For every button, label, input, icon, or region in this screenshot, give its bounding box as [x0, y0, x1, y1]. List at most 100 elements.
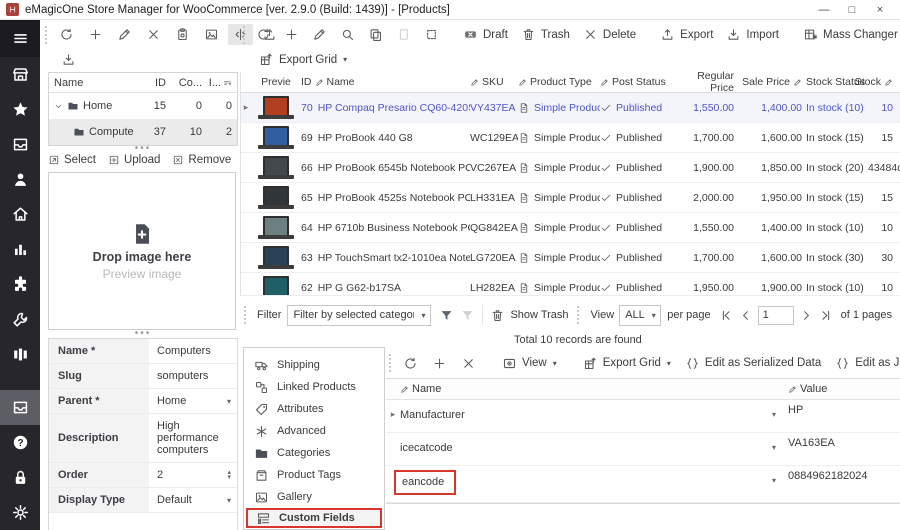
wrench-icon[interactable] [0, 302, 40, 337]
delete-field-button[interactable] [456, 353, 481, 374]
product-row[interactable]: ▸ 70HP Compaq Presario CQ60-420SA Notebo… [241, 93, 900, 123]
tab-categories[interactable]: Categories [244, 442, 384, 464]
chevron-down-icon[interactable]: ▾ [772, 433, 788, 452]
delete-category-button[interactable] [141, 24, 166, 45]
product-row[interactable]: 66HP ProBook 6545b Notebook PC VC267EA S… [241, 153, 900, 183]
per-page-select[interactable]: ALL ▾ [619, 305, 661, 326]
inbox-icon[interactable] [0, 127, 40, 162]
tab-linked-products[interactable]: Linked Products [244, 376, 384, 398]
puzzle-icon[interactable] [0, 267, 40, 302]
category-row-home[interactable]: Home 15 0 0 [49, 93, 237, 119]
column-product-type[interactable]: Product Type [518, 76, 600, 88]
display-type-select[interactable]: Default▾ [149, 488, 237, 512]
next-page-icon[interactable] [799, 308, 814, 323]
product-row[interactable]: 65HP ProBook 4525s Notebook PC LH331EA L… [241, 183, 900, 213]
category-row-computers[interactable]: Computers 37 10 2 [49, 119, 237, 145]
export-button[interactable]: Export [655, 24, 718, 45]
delete-button[interactable]: Delete [578, 24, 641, 45]
star-icon[interactable] [0, 92, 40, 127]
order-stepper[interactable]: 2▴▾ [149, 463, 237, 487]
clear-filter-icon[interactable] [460, 308, 475, 323]
import-button[interactable]: Import [721, 24, 784, 45]
edit-category-button[interactable] [112, 24, 137, 45]
add-category-button[interactable] [83, 24, 108, 45]
refresh-products-button[interactable] [251, 24, 276, 45]
menu-icon[interactable] [0, 20, 40, 57]
remove-image-button[interactable]: Remove [172, 154, 231, 166]
chevron-down-icon[interactable]: ▾ [772, 466, 788, 485]
export-grid-button[interactable]: Export Grid▾ [578, 353, 676, 374]
add-product-button[interactable] [279, 24, 304, 45]
slug-field[interactable]: somputers [149, 364, 237, 388]
tab-custom-fields[interactable]: Custom Fields [246, 508, 382, 528]
customers-icon[interactable] [0, 162, 40, 197]
tab-attributes[interactable]: Attributes [244, 398, 384, 420]
toolbar-handle[interactable] [45, 26, 47, 44]
upload-image-button[interactable]: Upload [108, 154, 160, 166]
search-button[interactable] [335, 24, 360, 45]
column-name[interactable]: Name [49, 77, 134, 89]
column-field-name[interactable]: Name [400, 383, 788, 395]
column-sale-price[interactable]: Sale Price [740, 76, 802, 88]
mass-changer-button[interactable]: Mass Changer [798, 24, 900, 45]
tab-gallery[interactable]: Gallery [244, 486, 384, 508]
custom-field-row[interactable]: ▸ Manufacturer ▾ HP [386, 400, 900, 433]
edit-json-button[interactable]: Edit as JSON Data [830, 353, 900, 374]
edit-product-button[interactable] [307, 24, 332, 45]
prev-page-icon[interactable] [738, 308, 753, 323]
column-images[interactable]: I... [206, 77, 237, 89]
tab-product-tags[interactable]: Product Tags [244, 464, 384, 486]
toolbar-handle[interactable] [577, 306, 583, 324]
product-row[interactable]: 63HP TouchSmart tx2-1010ea Notebook PC L… [241, 243, 900, 273]
close-button[interactable]: × [866, 1, 894, 19]
expander-icon[interactable] [54, 102, 63, 111]
toolbar-handle[interactable] [389, 354, 391, 372]
filter-category-select[interactable]: Filter by selected category(ies) ▾ [287, 305, 431, 326]
product-row[interactable]: 69HP ProBook 440 G8 WC129EA Simple Produ… [241, 123, 900, 153]
edit-serialized-button[interactable]: Edit as Serialized Data [680, 353, 826, 374]
gear-icon[interactable] [0, 495, 40, 530]
refresh-button[interactable] [54, 24, 79, 45]
store-icon[interactable] [0, 57, 40, 92]
image-drop-zone[interactable]: Drop image here Preview image [48, 172, 236, 330]
trash-icon[interactable] [490, 308, 505, 323]
export-grid-button[interactable]: Export Grid▾ [254, 49, 352, 70]
help-icon[interactable] [0, 425, 40, 460]
tab-shipping[interactable]: Shipping [244, 354, 384, 376]
column-sku[interactable]: SKU [470, 76, 518, 88]
column-regular-price[interactable]: Regular Price [676, 70, 740, 94]
last-page-icon[interactable] [818, 308, 833, 323]
spinner-icons[interactable]: ▴▾ [227, 470, 231, 480]
inbox-active-icon[interactable] [0, 390, 40, 425]
description-field[interactable]: High performance computers [149, 414, 237, 462]
toolbar-handle[interactable] [244, 306, 250, 324]
product-row[interactable]: 64HP 6710b Business Notebook PC & T-Mobi… [241, 213, 900, 243]
download-button[interactable] [56, 49, 81, 70]
maximize-button[interactable]: □ [838, 1, 866, 19]
add-field-button[interactable] [427, 353, 452, 374]
column-post-status[interactable]: Post Status [600, 76, 676, 88]
chevron-down-icon[interactable]: ▾ [772, 400, 788, 419]
first-page-icon[interactable] [719, 308, 734, 323]
column-preview[interactable]: Previe [251, 76, 301, 88]
name-field[interactable]: Computers [149, 339, 237, 363]
apply-filter-icon[interactable] [439, 308, 454, 323]
draft-button[interactable]: Draft [458, 24, 513, 45]
toolbar-handle[interactable] [243, 26, 245, 44]
clipboard-button[interactable] [170, 24, 195, 45]
lock-icon[interactable] [0, 460, 40, 495]
home-icon[interactable] [0, 197, 40, 232]
image-button[interactable] [199, 24, 224, 45]
copy-button[interactable] [363, 24, 388, 45]
select-all-cell[interactable] [241, 78, 251, 87]
page-input[interactable] [758, 306, 794, 325]
parent-select[interactable]: Home▾ [149, 389, 237, 413]
custom-field-row[interactable]: eancode ▾ 0884962182024 [386, 466, 900, 503]
layout-icon[interactable] [0, 337, 40, 372]
custom-field-row[interactable]: icecatcode ▾ VA163EA [386, 433, 900, 466]
trash-button[interactable]: Trash [516, 24, 575, 45]
minimize-button[interactable]: — [810, 1, 838, 19]
show-trash-label[interactable]: Show Trash [510, 309, 568, 321]
tab-advanced[interactable]: Advanced [244, 420, 384, 442]
column-id[interactable]: ID [134, 77, 170, 89]
